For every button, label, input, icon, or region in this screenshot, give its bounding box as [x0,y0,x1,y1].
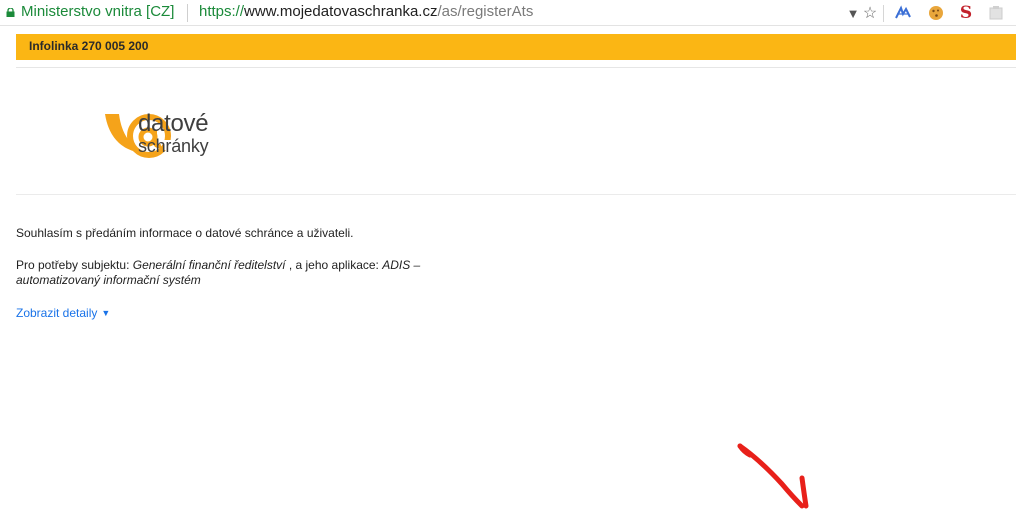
url-field[interactable]: https://www.mojedatovaschranka.cz/as/reg… [199,3,533,20]
header-divider [16,67,1016,68]
logo-text-datove: datové [138,110,209,137]
subject-name: Generální finanční ředitelství [132,258,286,272]
show-details-label: Zobrazit detaily [16,306,98,320]
url-protocol: https:// [199,3,245,20]
extension-icon[interactable] [986,3,1006,23]
extension-icon[interactable] [893,3,913,23]
toolbar-separator [883,5,884,22]
chevron-down-icon: ▼ [101,308,111,318]
purpose-text: Pro potřeby subjektu: Generální finanční… [16,258,486,288]
site-identity[interactable]: Ministerstvo vnitra [CZ] [21,3,174,20]
infoline-text: Infolinka 270 005 200 [29,39,149,53]
url-host: www.mojedatovaschranka.cz [244,3,438,20]
s-extension-icon[interactable]: S [956,3,976,23]
bookmark-star-icon[interactable]: ☆ [860,3,880,23]
red-arrow-annotation [737,443,809,509]
consent-text: Souhlasím s předáním informace o datové … [16,226,354,240]
browser-address-bar: Ministerstvo vnitra [CZ] https://www.moj… [0,0,1016,26]
logo-text-schranky: schránky [138,136,209,156]
url-path: /as/registerAts [437,3,534,20]
infoline-bar: Infolinka 270 005 200 [16,34,1016,60]
address-separator [187,4,188,22]
show-details-link[interactable]: Zobrazit detaily ▼ [16,306,110,320]
logo-divider [16,194,1016,195]
lock-icon [6,8,15,17]
cookie-icon[interactable] [926,3,946,23]
purpose-mid: , a jeho aplikace: [285,258,383,272]
purpose-prefix: Pro potřeby subjektu: [16,258,133,272]
